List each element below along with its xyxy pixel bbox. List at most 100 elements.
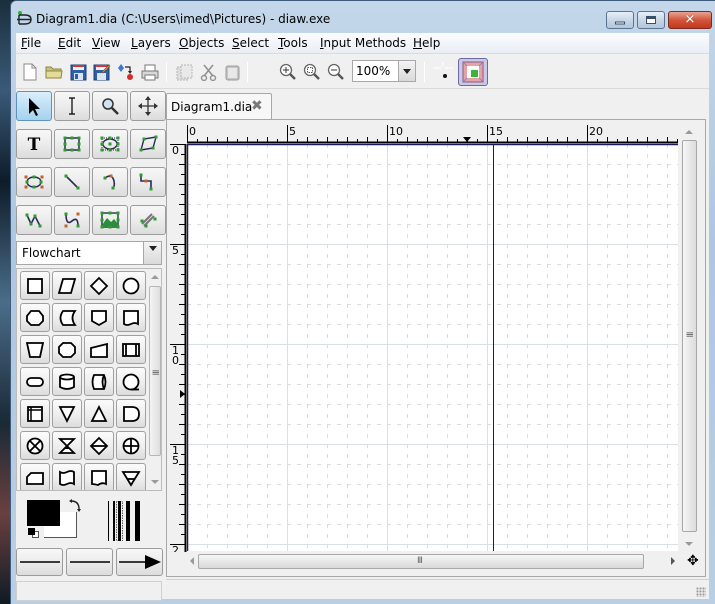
shape-palette-scrollbar[interactable]: III <box>148 269 161 490</box>
maximize-button[interactable] <box>637 11 665 29</box>
shape-collate[interactable] <box>52 431 82 460</box>
zoom-fit-button[interactable] <box>301 61 323 83</box>
tool-outline[interactable] <box>130 205 166 235</box>
tool-line[interactable] <box>54 167 90 197</box>
end-arrow-button[interactable] <box>116 548 163 576</box>
shape-sort[interactable] <box>84 431 114 460</box>
title-bar[interactable]: Diagram1.dia (C:\Users\imed\Pictures) - … <box>11 1 715 33</box>
copy-button[interactable] <box>173 61 195 83</box>
shape-magnetic-disk[interactable] <box>52 367 82 396</box>
shape-manual-input[interactable] <box>84 335 114 364</box>
shape-punched-tape[interactable] <box>52 463 82 490</box>
tool-zigzag-line[interactable] <box>130 167 166 197</box>
snap-to-objects-toggle[interactable] <box>458 58 488 86</box>
diagram-canvas[interactable] <box>187 144 678 551</box>
menu-tools[interactable]: Tools <box>278 36 308 50</box>
swap-colors-icon[interactable] <box>68 499 82 513</box>
scroll-right-arrow-icon[interactable] <box>671 557 675 565</box>
shape-predefined-process[interactable] <box>116 335 146 364</box>
menu-view[interactable]: View <box>92 36 120 50</box>
vertical-scrollbar[interactable]: III <box>681 124 698 552</box>
shape-extract[interactable] <box>84 399 114 428</box>
horizontal-scrollbar-thumb[interactable]: III <box>198 554 644 569</box>
tool-modify[interactable] <box>16 91 52 121</box>
shape-sequential-data[interactable] <box>116 367 146 396</box>
sheet-selector[interactable]: Flowchart <box>16 241 162 265</box>
tool-box[interactable] <box>54 129 90 159</box>
default-colors-reset-icon[interactable] <box>28 528 35 535</box>
zoom-combobox[interactable] <box>352 60 416 82</box>
tool-arc[interactable] <box>92 167 128 197</box>
scroll-down-arrow-icon[interactable] <box>685 542 693 546</box>
menu-objects[interactable]: Objects <box>179 36 224 50</box>
save-as-button[interactable] <box>91 61 113 83</box>
zoom-dropdown-button[interactable] <box>398 61 415 81</box>
menu-select[interactable]: Select <box>232 36 269 50</box>
shape-offline-storage[interactable] <box>116 463 146 490</box>
tool-scroll[interactable] <box>130 91 166 121</box>
shape-stored-data[interactable] <box>52 303 82 332</box>
shape-decision[interactable] <box>84 271 114 300</box>
scroll-up-arrow-icon[interactable] <box>685 130 693 134</box>
minimize-button[interactable] <box>606 11 634 29</box>
shape-display[interactable] <box>52 335 82 364</box>
tool-bezier-line[interactable] <box>54 205 90 235</box>
zoom-out-button[interactable] <box>325 61 347 83</box>
scroll-down-arrow-icon[interactable] <box>151 480 159 484</box>
shape-offpage-connector[interactable] <box>84 303 114 332</box>
tab-diagram1[interactable]: Diagram1.dia ✖ <box>166 93 272 120</box>
shape-delay[interactable] <box>116 399 146 428</box>
horizontal-scrollbar[interactable]: III <box>187 553 678 570</box>
shape-internal-storage[interactable] <box>20 399 50 428</box>
close-tab-icon[interactable]: ✖ <box>251 99 263 113</box>
save-button[interactable] <box>67 61 89 83</box>
zoom-input[interactable] <box>356 63 396 79</box>
shape-or[interactable] <box>116 431 146 460</box>
tool-ellipse[interactable] <box>92 129 128 159</box>
line-width-selector[interactable] <box>106 501 148 541</box>
shape-merge[interactable] <box>52 399 82 428</box>
tool-beziergon[interactable] <box>16 167 52 197</box>
foreground-color-swatch[interactable] <box>27 500 60 526</box>
shape-transmittal-tape[interactable] <box>84 463 114 490</box>
close-button[interactable]: ✕ <box>668 11 712 29</box>
menu-file[interactable]: File <box>21 36 41 50</box>
shape-direct-access-storage[interactable] <box>84 367 114 396</box>
tool-polygon[interactable] <box>130 129 166 159</box>
menu-layers[interactable]: Layers <box>131 36 171 50</box>
shape-document[interactable] <box>116 303 146 332</box>
tool-text-edit[interactable] <box>54 91 90 121</box>
zoom-in-button[interactable] <box>277 61 299 83</box>
tool-text[interactable]: T <box>16 129 52 159</box>
sheet-dropdown-button[interactable] <box>143 242 161 264</box>
start-arrow-button[interactable] <box>16 548 63 576</box>
menu-edit[interactable]: Edit <box>58 36 81 50</box>
shape-preparation[interactable] <box>20 303 50 332</box>
scroll-up-arrow-icon[interactable] <box>151 275 159 279</box>
snap-to-grid-toggle[interactable] <box>432 61 454 83</box>
resize-grip-icon[interactable] <box>696 587 706 597</box>
vertical-scrollbar-thumb[interactable]: III <box>682 140 697 532</box>
shape-terminal[interactable] <box>20 367 50 396</box>
shape-card[interactable] <box>20 463 50 490</box>
shape-summing-junction[interactable] <box>20 431 50 460</box>
paste-button[interactable] <box>221 61 243 83</box>
print-button[interactable] <box>139 61 161 83</box>
shape-process[interactable] <box>20 271 50 300</box>
cut-button[interactable] <box>197 61 219 83</box>
export-button[interactable] <box>115 61 137 83</box>
shape-data[interactable] <box>52 271 82 300</box>
menu-help[interactable]: Help <box>413 36 440 50</box>
scrollbar-thumb[interactable]: III <box>149 286 161 456</box>
tool-magnify[interactable] <box>92 91 128 121</box>
navigate-pan-icon[interactable]: ✥ <box>687 553 699 569</box>
new-file-button[interactable] <box>19 61 41 83</box>
tool-polyline[interactable] <box>16 205 52 235</box>
shape-connector[interactable] <box>116 271 146 300</box>
tool-image[interactable] <box>92 205 128 235</box>
shape-manual-operation[interactable] <box>20 335 50 364</box>
menu-input-methods[interactable]: Input Methods <box>320 36 406 50</box>
line-style-button[interactable] <box>66 548 113 576</box>
scroll-left-arrow-icon[interactable] <box>190 557 194 565</box>
open-file-button[interactable] <box>43 61 65 83</box>
